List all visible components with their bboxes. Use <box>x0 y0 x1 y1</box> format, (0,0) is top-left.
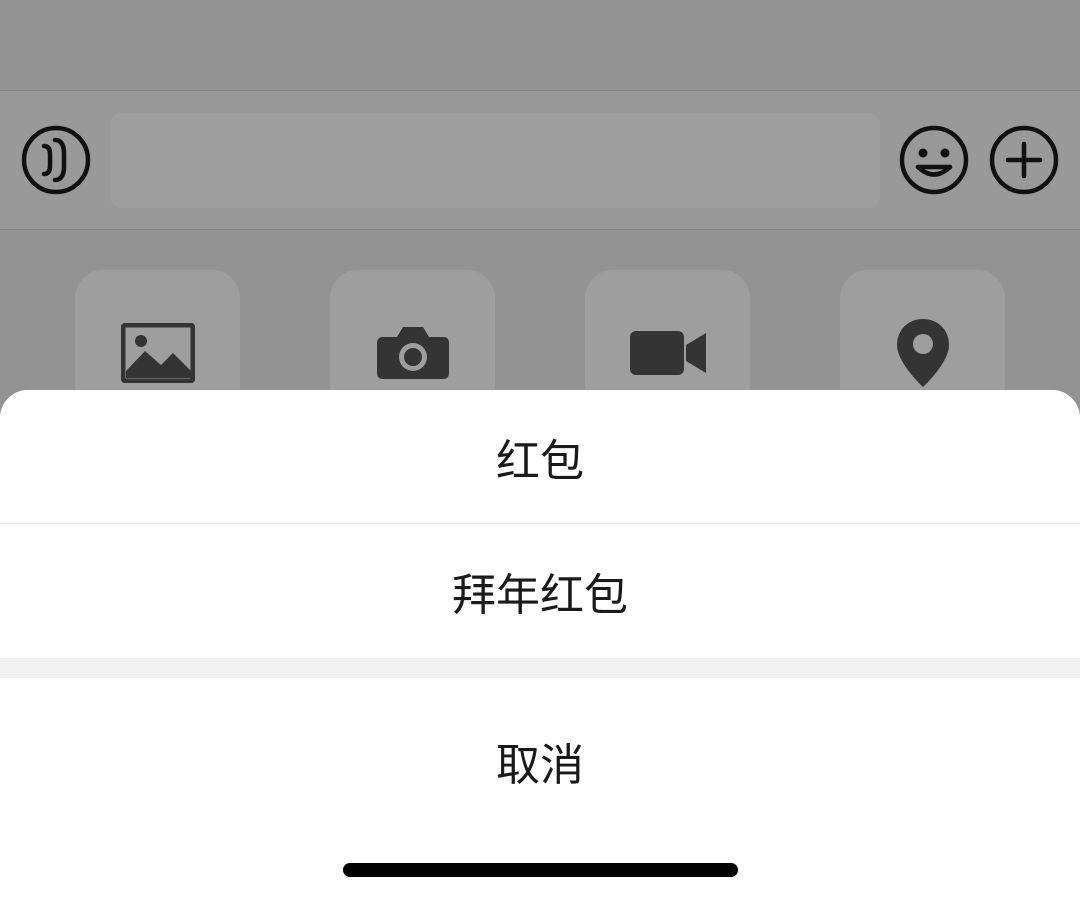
new-year-red-packet-option[interactable]: 拜年红包 <box>0 524 1080 658</box>
option-label: 拜年红包 <box>452 559 628 623</box>
sheet-divider <box>0 658 1080 678</box>
option-label: 红包 <box>496 425 584 489</box>
home-indicator[interactable] <box>343 863 738 877</box>
action-sheet: 红包 拜年红包 取消 <box>0 390 1080 923</box>
home-indicator-area <box>0 833 1080 923</box>
cancel-button[interactable]: 取消 <box>0 678 1080 833</box>
red-packet-option[interactable]: 红包 <box>0 390 1080 524</box>
cancel-label: 取消 <box>496 729 584 793</box>
